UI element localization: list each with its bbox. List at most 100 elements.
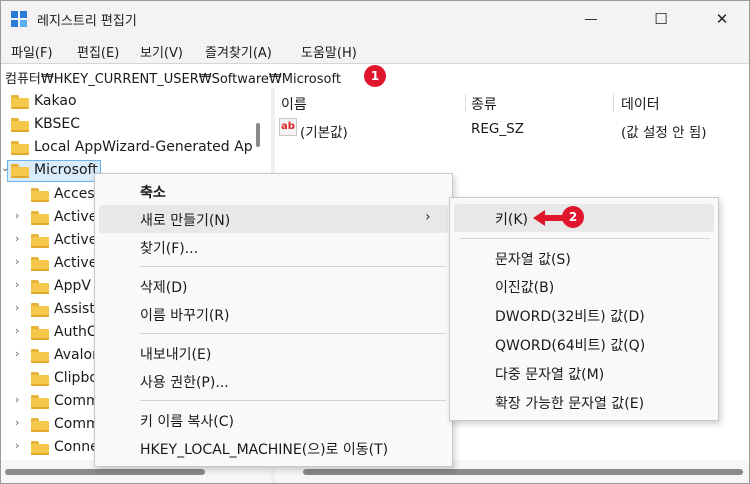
value-type: REG_SZ	[471, 121, 524, 137]
menu-item-find[interactable]: 찾기(F)...	[95, 233, 452, 261]
minimize-button[interactable]: —	[568, 1, 614, 37]
menu-separator	[140, 400, 446, 401]
step-marker-2: 2	[562, 206, 584, 228]
minimize-icon: —	[584, 11, 598, 27]
tree-item-label: Comm	[54, 416, 100, 432]
folder-icon	[11, 118, 29, 132]
tree-item[interactable]: Local AppWizard-Generated Ap	[1, 137, 271, 159]
folder-icon	[31, 418, 49, 432]
menu-item-label: 다중 문자열 값(M)	[495, 367, 605, 383]
collapse-chevron-icon[interactable]: ⌄	[1, 163, 9, 174]
menu-item-copy-key-name[interactable]: 키 이름 복사(C)	[95, 406, 452, 434]
tree-item-label: Comm	[54, 393, 100, 409]
menu-item-label: 내보내기(E)	[140, 347, 212, 363]
folder-icon	[31, 188, 49, 202]
folder-icon	[31, 349, 49, 363]
menu-item-go-to-hklm[interactable]: HKEY_LOCAL_MACHINE(으)로 이동(T)	[95, 434, 452, 462]
expand-chevron-icon[interactable]: ›	[15, 255, 25, 268]
menu-help[interactable]: 도움말(H)	[301, 42, 357, 61]
expand-chevron-icon[interactable]: ›	[15, 439, 25, 452]
menu-edit[interactable]: 편집(E)	[77, 42, 119, 61]
address-path[interactable]: 컴퓨터₩HKEY_CURRENT_USER₩Software₩Microsoft	[5, 68, 341, 87]
tree-item-label: Active	[54, 255, 98, 271]
tree-item-label: KBSEC	[34, 116, 81, 132]
submenu-item-qword[interactable]: QWORD(64비트) 값(Q)	[450, 330, 718, 358]
expand-chevron-icon[interactable]: ›	[15, 416, 25, 429]
tree-item-label: Active	[54, 209, 98, 225]
registry-app-icon	[11, 11, 27, 27]
tree-item-label: AuthC	[54, 324, 97, 340]
submenu-item-multi-string[interactable]: 다중 문자열 값(M)	[450, 359, 718, 387]
menu-item-label: 키 이름 복사(C)	[140, 414, 234, 430]
submenu-item-key[interactable]: 키(K)	[450, 204, 718, 232]
menu-item-label: DWORD(32비트) 값(D)	[495, 309, 645, 325]
submenu-item-expandable-string[interactable]: 확장 가능한 문자열 값(E)	[450, 388, 718, 416]
menu-separator	[460, 238, 710, 239]
column-divider[interactable]	[613, 94, 614, 112]
folder-icon	[31, 326, 49, 340]
expand-chevron-icon[interactable]: ›	[15, 278, 25, 291]
tree-item-label: Assist	[54, 301, 95, 317]
close-button[interactable]: ✕	[699, 1, 745, 37]
folder-icon	[11, 141, 29, 155]
menu-item-label: 찾기(F)...	[140, 241, 199, 257]
tree-item-label: AppV	[54, 278, 91, 294]
expand-chevron-icon[interactable]: ›	[15, 393, 25, 406]
column-header-type[interactable]: 종류	[471, 94, 497, 114]
menu-view[interactable]: 보기(V)	[140, 42, 183, 61]
folder-icon	[11, 95, 29, 109]
column-divider[interactable]	[465, 94, 466, 112]
folder-icon	[31, 257, 49, 271]
submenu-item-binary[interactable]: 이진값(B)	[450, 272, 718, 300]
title-bar: 레지스트리 편집기 — ☐ ✕	[1, 1, 749, 37]
tree-item-label: Clipbo	[54, 370, 98, 386]
menu-item-label: QWORD(64비트) 값(Q)	[495, 338, 646, 354]
menu-item-permissions[interactable]: 사용 권한(P)...	[95, 367, 452, 395]
tree-scrollbar-thumb[interactable]	[256, 123, 260, 147]
menu-item-label: 삭제(D)	[140, 280, 188, 296]
expand-chevron-icon[interactable]: ›	[15, 324, 25, 337]
folder-icon	[31, 441, 49, 455]
step-marker-1: 1	[364, 65, 386, 87]
window-title: 레지스트리 편집기	[37, 14, 137, 29]
menu-item-label: 사용 권한(P)...	[140, 375, 229, 391]
value-name: (기본값)	[300, 125, 348, 141]
registry-editor-window: 레지스트리 편집기 — ☐ ✕ 파일(F) 편집(E) 보기(V) 즐겨찾기(A…	[0, 0, 750, 484]
menu-item-label: 문자열 값(S)	[495, 252, 571, 268]
expand-chevron-icon[interactable]: ›	[15, 347, 25, 360]
column-header-name[interactable]: 이름	[281, 94, 307, 114]
menu-item-rename[interactable]: 이름 바꾸기(R)	[95, 300, 452, 328]
menu-item-new[interactable]: 새로 만들기(N) ›	[95, 205, 452, 233]
folder-icon	[31, 303, 49, 317]
expand-chevron-icon[interactable]: ›	[15, 209, 25, 222]
expand-chevron-icon[interactable]: ›	[15, 301, 25, 314]
submenu-item-dword[interactable]: DWORD(32비트) 값(D)	[450, 301, 718, 329]
folder-open-icon	[11, 164, 29, 178]
menu-favorites[interactable]: 즐겨찾기(A)	[205, 42, 272, 61]
menu-item-label: 새로 만들기(N)	[140, 213, 231, 229]
tree-item[interactable]: Kakao	[1, 91, 271, 113]
context-menu: 축소 새로 만들기(N) › 찾기(F)... 삭제(D) 이름 바꾸기(R) …	[94, 173, 453, 467]
menu-item-export[interactable]: 내보내기(E)	[95, 339, 452, 367]
menu-file[interactable]: 파일(F)	[11, 42, 53, 61]
menu-item-label: 키(K)	[495, 212, 528, 228]
column-header-data[interactable]: 데이터	[621, 94, 660, 114]
close-icon: ✕	[715, 10, 729, 28]
menu-item-label: HKEY_LOCAL_MACHINE(으)로 이동(T)	[140, 442, 389, 458]
menu-item-collapse[interactable]: 축소	[95, 177, 452, 205]
menu-item-delete[interactable]: 삭제(D)	[95, 272, 452, 300]
submenu-item-string[interactable]: 문자열 값(S)	[450, 244, 718, 272]
address-bar[interactable]: 컴퓨터₩HKEY_CURRENT_USER₩Software₩Microsoft…	[1, 63, 749, 89]
scrollbar-thumb[interactable]	[303, 469, 743, 475]
maximize-button[interactable]: ☐	[638, 1, 684, 37]
tree-item-label: Microsoft	[34, 162, 98, 178]
expand-chevron-icon[interactable]: ›	[15, 232, 25, 245]
scrollbar-thumb[interactable]	[5, 469, 205, 475]
tree-item-label: Kakao	[34, 93, 77, 109]
folder-icon	[31, 234, 49, 248]
folder-icon	[31, 211, 49, 225]
tree-item[interactable]: KBSEC	[1, 114, 271, 136]
menu-item-label: 이진값(B)	[495, 280, 555, 296]
red-arrow-icon	[533, 210, 563, 226]
tree-item-label: Local AppWizard-Generated Ap	[34, 139, 253, 155]
